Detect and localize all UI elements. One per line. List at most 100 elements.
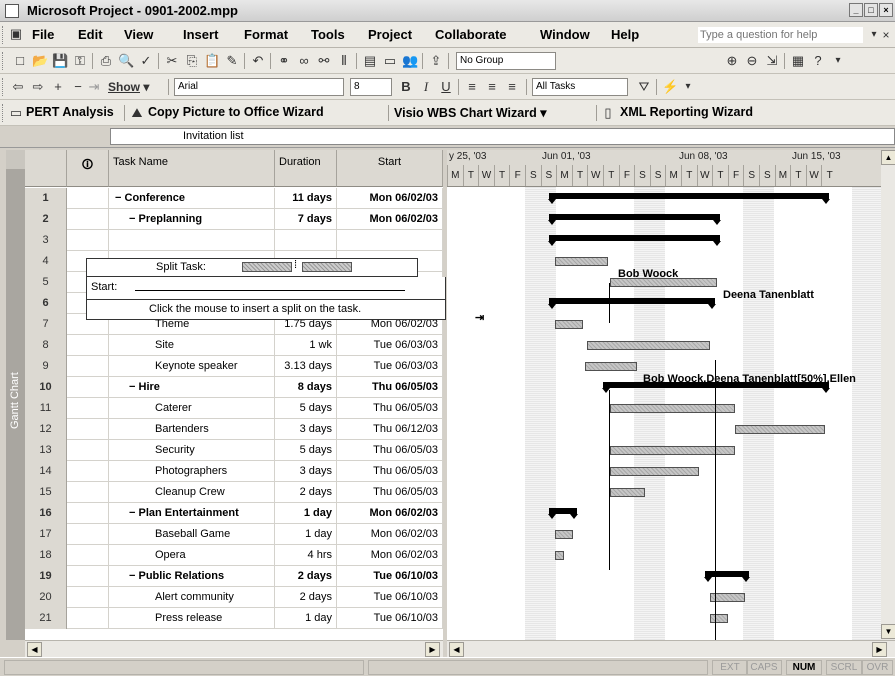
start-cell[interactable]: Tue 06/03/03	[337, 356, 443, 377]
scroll-up-icon[interactable]: ▲	[881, 150, 895, 165]
format-painter-icon[interactable]: ✎	[224, 53, 240, 69]
task-name-cell[interactable]: Opera	[109, 545, 275, 566]
indicator-cell[interactable]	[67, 377, 109, 398]
start-cell[interactable]: Mon 06/02/03	[337, 545, 443, 566]
xml-icon[interactable]: ▯	[600, 105, 616, 121]
pert-analysis-button[interactable]: PERT Analysis	[26, 105, 114, 119]
summary-bar[interactable]	[704, 571, 750, 582]
start-cell[interactable]: Thu 06/05/03	[337, 398, 443, 419]
start-cell[interactable]: Mon 06/02/03	[337, 188, 443, 209]
menu-collaborate[interactable]: Collaborate	[435, 27, 507, 42]
scroll-left-icon[interactable]: ◀	[27, 642, 42, 657]
start-cell[interactable]: Tue 06/10/03	[337, 587, 443, 608]
task-bar[interactable]	[610, 446, 735, 455]
scroll-left-icon[interactable]: ◀	[449, 642, 464, 657]
start-cell[interactable]: Thu 06/05/03	[337, 482, 443, 503]
task-row[interactable]: 11 Caterer 5 days Thu 06/05/03	[25, 398, 443, 419]
close-button[interactable]: ×	[879, 3, 893, 17]
task-row[interactable]: 14 Photographers 3 days Thu 06/05/03	[25, 461, 443, 482]
task-name-cell[interactable]: − Public Relations	[109, 566, 275, 587]
doc-close-icon[interactable]: ×	[878, 27, 894, 43]
task-name-cell[interactable]: Caterer	[109, 398, 275, 419]
row-id[interactable]: 2	[25, 209, 67, 230]
vertical-scrollbar[interactable]: ▲ ▼	[881, 150, 895, 640]
outdent-icon[interactable]: ⇦	[10, 79, 26, 95]
menu-insert[interactable]: Insert	[183, 27, 218, 42]
new-icon[interactable]: □	[12, 53, 28, 69]
indicator-cell[interactable]	[67, 335, 109, 356]
task-name-cell[interactable]: Photographers	[109, 461, 275, 482]
row-id[interactable]: 15	[25, 482, 67, 503]
toolbar-grip[interactable]	[2, 78, 5, 96]
indicator-cell[interactable]	[67, 461, 109, 482]
duration-cell[interactable]: 1 day	[275, 608, 337, 629]
task-row[interactable]: 16 − Plan Entertainment 1 day Mon 06/02/03	[25, 503, 443, 524]
italic-button[interactable]: I	[418, 79, 434, 95]
duration-cell[interactable]	[275, 230, 337, 251]
indicator-cell[interactable]	[67, 188, 109, 209]
row-id[interactable]: 5	[25, 272, 67, 293]
collapse-icon[interactable]: −	[129, 570, 135, 582]
task-name-header[interactable]: Task Name	[109, 150, 275, 187]
start-cell[interactable]: Tue 06/10/03	[337, 566, 443, 587]
view-bar[interactable]: Gantt Chart	[6, 169, 25, 640]
task-row[interactable]: 15 Cleanup Crew 2 days Thu 06/05/03	[25, 482, 443, 503]
task-row[interactable]: 19 − Public Relations 2 days Tue 06/10/03	[25, 566, 443, 587]
task-row[interactable]: 20 Alert community 2 days Tue 06/10/03	[25, 587, 443, 608]
task-name-cell[interactable]: − Preplanning	[109, 209, 275, 230]
font-dropdown[interactable]: Arial	[174, 78, 344, 96]
cut-icon[interactable]: ✂	[164, 53, 180, 69]
autofilter-icon[interactable]: ⛛	[636, 79, 652, 95]
row-id[interactable]: 4	[25, 251, 67, 272]
task-row[interactable]: 10 − Hire 8 days Thu 06/05/03	[25, 377, 443, 398]
start-cell[interactable]: Thu 06/05/03	[337, 440, 443, 461]
task-bar[interactable]	[710, 614, 728, 623]
duration-cell[interactable]: 11 days	[275, 188, 337, 209]
split-task-icon[interactable]: ⫴	[336, 53, 352, 69]
collapse-icon[interactable]: −	[129, 381, 135, 393]
publish-icon[interactable]: ⇪	[428, 53, 444, 69]
task-info-icon[interactable]: ▤	[362, 53, 378, 69]
task-name-cell[interactable]: − Conference	[109, 188, 275, 209]
copy-picture-wizard-button[interactable]: Copy Picture to Office Wizard	[148, 105, 324, 119]
row-id[interactable]: 14	[25, 461, 67, 482]
task-bar[interactable]	[585, 362, 637, 371]
scroll-right-icon[interactable]: ▶	[872, 642, 887, 657]
row-id[interactable]: 13	[25, 440, 67, 461]
copy-icon[interactable]: ⎘	[184, 53, 200, 69]
open-icon[interactable]: 📂	[32, 53, 48, 69]
task-name-cell[interactable]: Press release	[109, 608, 275, 629]
task-name-cell[interactable]: Alert community	[109, 587, 275, 608]
copy-picture-wizard-icon[interactable]: ⛰	[129, 105, 145, 121]
start-cell[interactable]: Thu 06/05/03	[337, 461, 443, 482]
task-name-cell[interactable]: Site	[109, 335, 275, 356]
help-icon[interactable]: ?	[810, 53, 826, 69]
goto-task-icon[interactable]: ⇲	[764, 53, 780, 69]
row-id[interactable]: 3	[25, 230, 67, 251]
duration-cell[interactable]: 2 days	[275, 587, 337, 608]
start-cell[interactable]: Tue 06/03/03	[337, 335, 443, 356]
spelling-icon[interactable]: ✓	[138, 53, 154, 69]
duration-cell[interactable]: 8 days	[275, 377, 337, 398]
pert-icon[interactable]: ▭	[8, 105, 24, 121]
task-name-cell[interactable]	[109, 230, 275, 251]
summary-bar[interactable]	[548, 508, 578, 519]
task-notes-icon[interactable]: ▭	[382, 53, 398, 69]
indicator-cell[interactable]	[67, 608, 109, 629]
task-name-cell[interactable]: Baseball Game	[109, 524, 275, 545]
task-row[interactable]: 13 Security 5 days Thu 06/05/03	[25, 440, 443, 461]
row-id[interactable]: 9	[25, 356, 67, 377]
save-icon[interactable]: 💾	[52, 53, 68, 69]
chart-horizontal-scrollbar[interactable]: ◀ ▶	[447, 640, 895, 657]
toolbar-options-icon[interactable]: ▾	[680, 79, 696, 95]
task-name-cell[interactable]: − Plan Entertainment	[109, 503, 275, 524]
task-bar[interactable]	[555, 257, 608, 266]
task-bar[interactable]	[587, 341, 710, 350]
task-name-cell[interactable]: − Hire	[109, 377, 275, 398]
summary-bar[interactable]	[548, 193, 830, 204]
zoom-in-icon[interactable]: ⊕	[724, 53, 740, 69]
menu-project[interactable]: Project	[368, 27, 412, 42]
bold-button[interactable]: B	[398, 79, 414, 95]
task-name-cell[interactable]: Security	[109, 440, 275, 461]
entry-field[interactable]: Invitation list	[110, 128, 895, 145]
